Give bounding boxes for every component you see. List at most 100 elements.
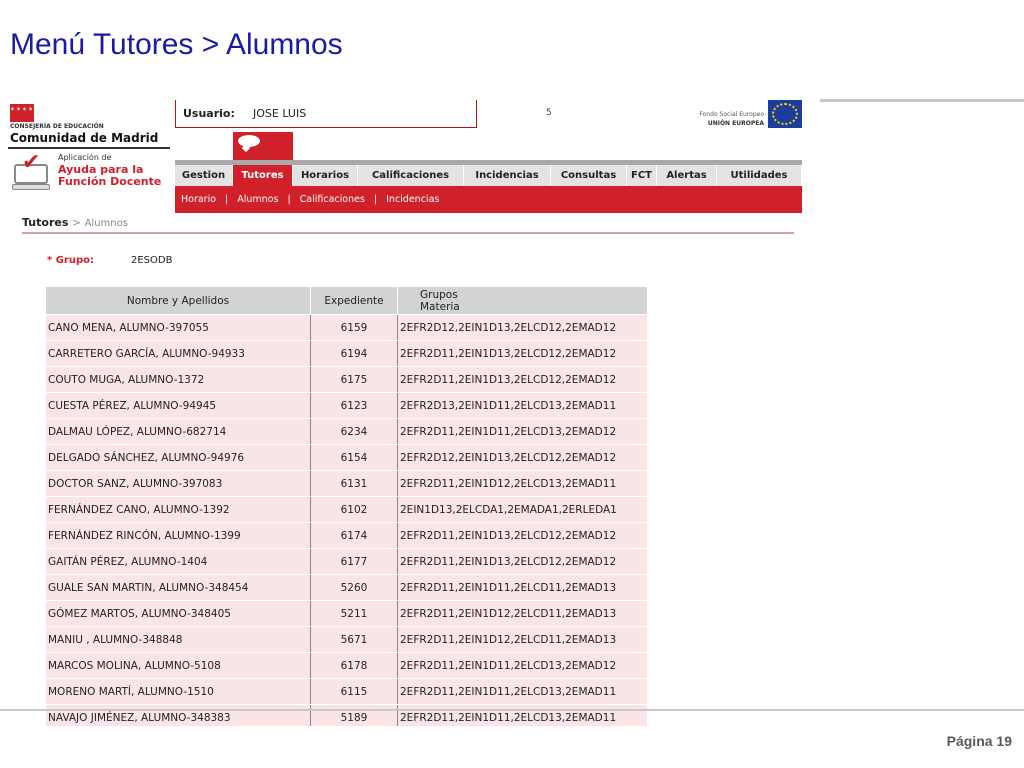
cell-nombre: COUTO MUGA, ALUMNO-1372	[45, 366, 311, 393]
cell-expediente: 6115	[310, 678, 398, 705]
cell-nombre: DOCTOR SANZ, ALUMNO-397083	[45, 470, 311, 497]
tab-tutores[interactable]: Tutores	[233, 165, 293, 186]
logo-block: ✶✶✶✶ CONSEJERÍA DE EDUCACIÓN Comunidad d…	[0, 100, 172, 200]
app-name-line1: Aplicación de	[58, 153, 112, 162]
comunidad-label: Comunidad de Madrid	[10, 131, 159, 145]
cell-nombre: DALMAU LÓPEZ, ALUMNO-682714	[45, 418, 311, 445]
tab-alertas[interactable]: Alertas	[657, 165, 717, 186]
subnav-separator: |	[225, 194, 229, 205]
cell-nombre: MANIU , ALUMNO-348848	[45, 626, 311, 653]
table-row[interactable]: GUALE SAN MARTIN, ALUMNO-348454 5260 2EFR2…	[45, 574, 648, 601]
cell-grupos: 2EFR2D11,2EIN1D11,2ELCD13,2EMAD11	[397, 678, 648, 705]
subnav-separator: |	[287, 194, 291, 205]
header-grupos-materia: Grupos Materia	[397, 286, 648, 315]
table-row[interactable]: GAITÁN PÉREZ, ALUMNO-1404 6177 2EFR2D11,2E…	[45, 548, 648, 575]
tab-fct[interactable]: FCT	[627, 165, 657, 186]
cell-grupos: 2EFR2D11,2EIN1D11,2ELCD11,2EMAD13	[397, 574, 648, 601]
cell-grupos: 2EFR2D13,2EIN1D11,2ELCD13,2EMAD11	[397, 392, 648, 419]
cell-nombre: FERNÁNDEZ RINCÓN, ALUMNO-1399	[45, 522, 311, 549]
consejeria-label: CONSEJERÍA DE EDUCACIÓN	[10, 123, 104, 130]
tab-horarios[interactable]: Horarios	[293, 165, 358, 186]
speech-bubble-icon	[238, 135, 260, 147]
cell-expediente: 6175	[310, 366, 398, 393]
table-row[interactable]: MANIU , ALUMNO-348848 5671 2EFR2D11,2EIN1D…	[45, 626, 648, 653]
table-row[interactable]: FERNÁNDEZ RINCÓN, ALUMNO-1399 6174 2EFR2D1…	[45, 522, 648, 549]
tab-incidencias[interactable]: Incidencias	[464, 165, 551, 186]
cell-grupos: 2EFR2D12,2EIN1D13,2ELCD12,2EMAD12	[397, 444, 648, 471]
cell-expediente: 6177	[310, 548, 398, 575]
tab-gestion[interactable]: Gestion	[175, 165, 233, 186]
table-header-row: Nombre y Apellidos Expediente Grupos Mat…	[45, 286, 648, 315]
cell-nombre: GUALE SAN MARTIN, ALUMNO-348454	[45, 574, 311, 601]
subnav-calificaciones[interactable]: Calificaciones	[300, 194, 365, 205]
cell-nombre: MARCOS MOLINA, ALUMNO-5108	[45, 652, 311, 679]
table-row[interactable]: DALMAU LÓPEZ, ALUMNO-682714 6234 2EFR2D11,…	[45, 418, 648, 445]
slide-title: Menú Tutores > Alumnos	[10, 28, 343, 61]
tab-utilidades[interactable]: Utilidades	[717, 165, 802, 186]
breadcrumb-main[interactable]: Tutores	[22, 216, 68, 229]
grupo-value: 2ESODB	[131, 255, 173, 266]
user-box: Usuario: JOSE LUIS	[175, 100, 477, 128]
cell-nombre: CUESTA PÉREZ, ALUMNO-94945	[45, 392, 311, 419]
cell-nombre: GÓMEZ MARTOS, ALUMNO-348405	[45, 600, 311, 627]
computer-check-icon: ✔	[10, 152, 52, 190]
table-row[interactable]: CUESTA PÉREZ, ALUMNO-94945 6123 2EFR2D13,2…	[45, 392, 648, 419]
cell-grupos: 2EFR2D12,2EIN1D13,2ELCD12,2EMAD12	[397, 314, 648, 341]
app-screenshot: ✶✶✶✶ CONSEJERÍA DE EDUCACIÓN Comunidad d…	[0, 100, 820, 726]
cell-expediente: 6123	[310, 392, 398, 419]
table-row[interactable]: GÓMEZ MARTOS, ALUMNO-348405 5211 2EFR2D11,…	[45, 600, 648, 627]
students-table: Nombre y Apellidos Expediente Grupos Mat…	[45, 286, 648, 726]
cell-grupos: 2EFR2D11,2EIN1D12,2ELCD13,2EMAD11	[397, 470, 648, 497]
cell-nombre: CARRETERO GARCÍA, ALUMNO-94933	[45, 340, 311, 367]
top-rule	[820, 99, 1024, 102]
table-row[interactable]: CARRETERO GARCÍA, ALUMNO-94933 6194 2EFR2D…	[45, 340, 648, 367]
cell-expediente: 6159	[310, 314, 398, 341]
table-row[interactable]: CANO MENA, ALUMNO-397055 6159 2EFR2D12,2EI…	[45, 314, 648, 341]
cell-expediente: 5260	[310, 574, 398, 601]
table-row[interactable]: COUTO MUGA, ALUMNO-1372 6175 2EFR2D11,2EIN…	[45, 366, 648, 393]
subnav-horario[interactable]: Horario	[181, 194, 216, 205]
user-name: JOSE LUIS	[253, 107, 307, 120]
header-grupos: Grupos	[420, 288, 458, 301]
tab-consultas[interactable]: Consultas	[551, 165, 627, 186]
cell-grupos: 2EIN1D13,2ELCDA1,2EMADA1,2ERLEDA1	[397, 496, 648, 523]
breadcrumb: Tutores > Alumnos	[22, 216, 128, 229]
table-row[interactable]: DOCTOR SANZ, ALUMNO-397083 6131 2EFR2D11,2…	[45, 470, 648, 497]
breadcrumb-divider	[22, 232, 794, 234]
cell-expediente: 5189	[310, 704, 398, 726]
tab-calificaciones[interactable]: Calificaciones	[358, 165, 464, 186]
cell-expediente: 6154	[310, 444, 398, 471]
sub-nav: Horario | Alumnos | Calificaciones | Inc…	[175, 186, 802, 213]
cell-expediente: 6131	[310, 470, 398, 497]
main-nav: Gestion Tutores Horarios Calificaciones …	[175, 160, 802, 186]
header-materia: Materia	[420, 300, 460, 313]
table-row[interactable]: DELGADO SÁNCHEZ, ALUMNO-94976 6154 2EFR2D1…	[45, 444, 648, 471]
cell-expediente: 6174	[310, 522, 398, 549]
fse-label: Fondo Social Europeo	[699, 111, 764, 118]
cell-expediente: 6234	[310, 418, 398, 445]
header-nombre: Nombre y Apellidos	[45, 286, 311, 315]
table-row[interactable]: FERNÁNDEZ CANO, ALUMNO-1392 6102 2EIN1D13,…	[45, 496, 648, 523]
cell-nombre: DELGADO SÁNCHEZ, ALUMNO-94976	[45, 444, 311, 471]
eu-label: UNIÓN EUROPEA	[707, 120, 764, 127]
eu-flag-icon	[768, 100, 802, 128]
table-row[interactable]: MORENO MARTÍ, ALUMNO-1510 6115 2EFR2D11,2E…	[45, 678, 648, 705]
cell-grupos: 2EFR2D11,2EIN1D13,2ELCD12,2EMAD12	[397, 548, 648, 575]
cell-expediente: 6194	[310, 340, 398, 367]
stray-digit: 5	[546, 108, 552, 118]
subnav-incidencias[interactable]: Incidencias	[386, 194, 439, 205]
table-row[interactable]: MARCOS MOLINA, ALUMNO-5108 6178 2EFR2D11,2…	[45, 652, 648, 679]
page-number: Página 19	[946, 733, 1012, 749]
flag-stars-icon: ✶✶✶✶	[10, 106, 35, 113]
table-row[interactable]: NAVAJO JIMÉNEZ, ALUMNO-348383 5189 2EFR2D1…	[45, 704, 648, 726]
table-body: CANO MENA, ALUMNO-397055 6159 2EFR2D12,2EI…	[45, 314, 648, 726]
bottom-rule	[0, 709, 1024, 711]
cell-grupos: 2EFR2D11,2EIN1D13,2ELCD12,2EMAD12	[397, 340, 648, 367]
cell-grupos: 2EFR2D11,2EIN1D13,2ELCD12,2EMAD12	[397, 366, 648, 393]
cell-grupos: 2EFR2D11,2EIN1D12,2ELCD11,2EMAD13	[397, 600, 648, 627]
app-name-line3: Función Docente	[58, 175, 162, 188]
cell-expediente: 5211	[310, 600, 398, 627]
cell-grupos: 2EFR2D11,2EIN1D11,2ELCD13,2EMAD11	[397, 704, 648, 726]
cell-grupos: 2EFR2D11,2EIN1D11,2ELCD13,2EMAD12	[397, 652, 648, 679]
subnav-alumnos[interactable]: Alumnos	[237, 194, 278, 205]
